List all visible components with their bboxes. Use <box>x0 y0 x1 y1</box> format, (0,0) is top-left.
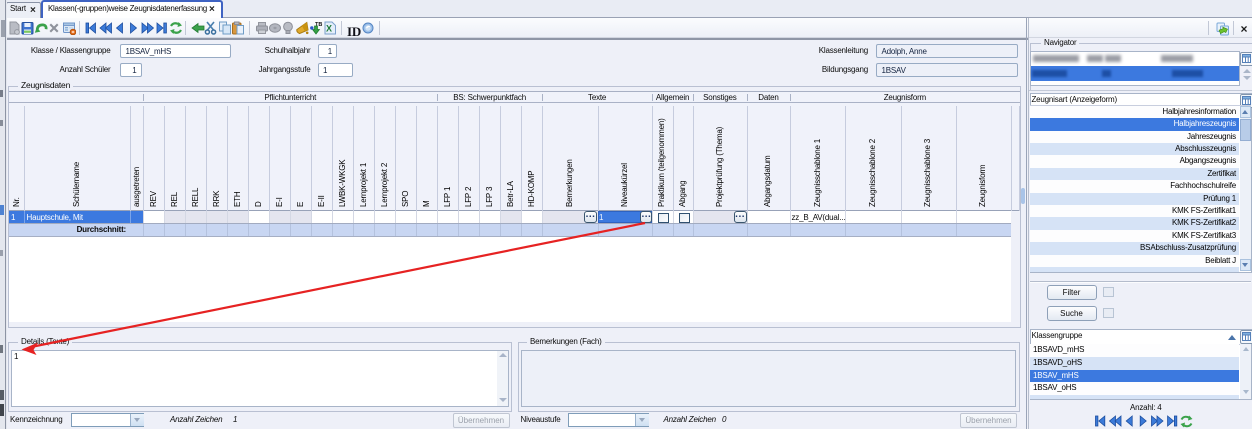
svg-text:X: X <box>326 24 332 34</box>
